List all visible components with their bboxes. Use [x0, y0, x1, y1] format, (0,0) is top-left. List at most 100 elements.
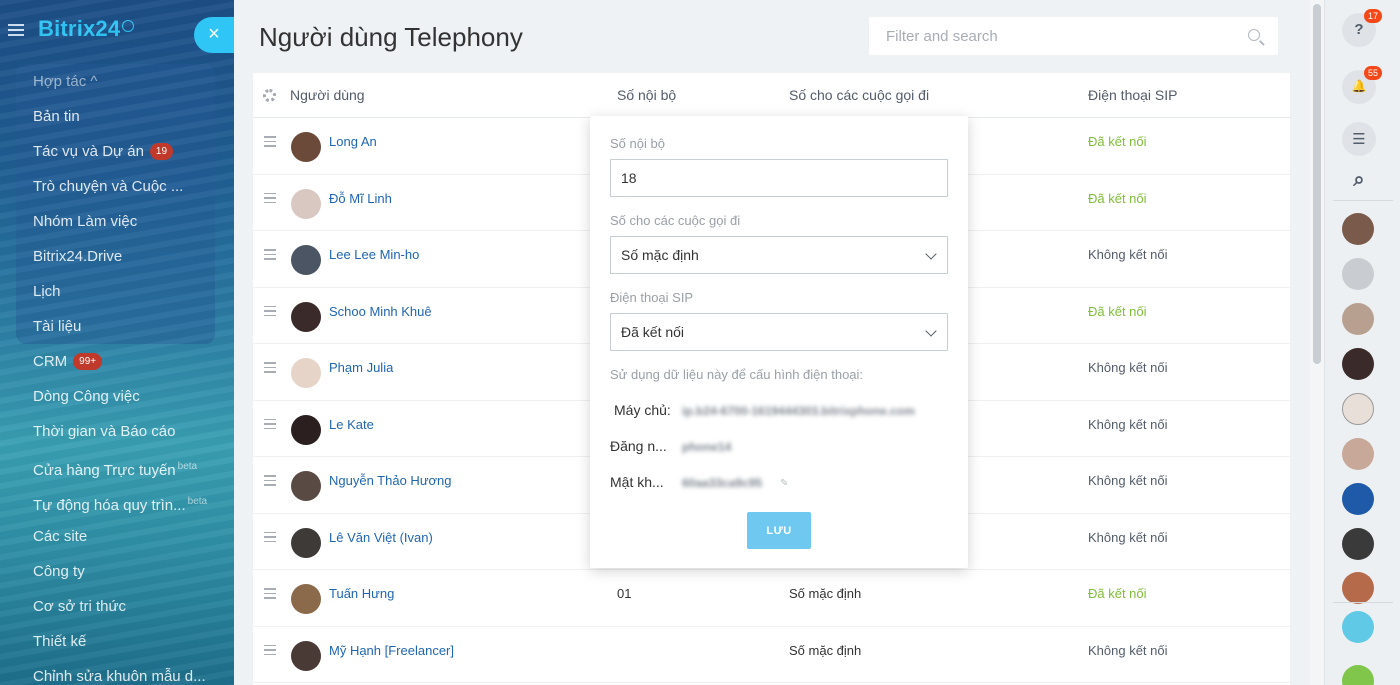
pencil-icon[interactable]: ✎	[780, 478, 788, 489]
ext-value: 01	[617, 586, 632, 601]
avatar[interactable]	[1342, 393, 1374, 425]
sidebar-item[interactable]: Bản tin	[33, 105, 207, 140]
sidebar-item[interactable]: Chỉnh sửa khuôn mẫu d...	[33, 665, 207, 685]
avatar[interactable]	[291, 527, 321, 558]
drag-handle-icon[interactable]	[264, 136, 276, 150]
avatar[interactable]	[291, 584, 321, 614]
sidebar-item-label: Tác vụ và Dự án	[33, 143, 144, 160]
outgoing-label: Số cho các cuộc gọi đi	[610, 213, 741, 228]
collapse-sidebar-button[interactable]: ×	[194, 17, 234, 53]
avatar[interactable]	[1342, 528, 1374, 560]
drag-handle-icon[interactable]	[264, 362, 276, 376]
left-sidebar: Bitrix24 Hợp tác ^ Bản tin Tác vụ và Dự án…	[0, 0, 234, 685]
app-logo[interactable]: Bitrix24	[38, 16, 135, 42]
sidebar-item[interactable]: Các site	[33, 525, 207, 560]
call-icon[interactable]	[1342, 572, 1374, 604]
table-row[interactable]: Mỹ Hạnh [Freelancer] Số mặc định Không kết…	[253, 627, 1290, 683]
save-button[interactable]: LƯU	[747, 512, 811, 549]
table-row[interactable]: Tuấn Hưng 01 Số mặc định Đã kết nối	[253, 570, 1290, 627]
column-ext[interactable]: Số nội bộ	[617, 87, 676, 103]
drag-handle-icon[interactable]	[264, 305, 276, 320]
sidebar-item-label: Cơ sở tri thức	[33, 598, 127, 615]
user-name-link[interactable]: Phạm Julia	[329, 360, 393, 375]
sidebar-item[interactable]: Lịch	[33, 280, 207, 315]
help-icon: ?	[1354, 21, 1364, 38]
drag-handle-icon[interactable]	[264, 192, 276, 207]
drag-handle-icon[interactable]	[264, 475, 276, 489]
group-chat-icon[interactable]	[1342, 483, 1374, 515]
avatar[interactable]	[291, 414, 321, 445]
user-name-link[interactable]: Tuấn Hưng	[329, 586, 394, 601]
avatar[interactable]	[1342, 303, 1374, 335]
sidebar-item[interactable]: Cơ sở tri thức	[33, 595, 207, 630]
chevron-down-icon	[925, 248, 937, 260]
user-name-link[interactable]: Schoo Minh Khuê	[329, 304, 432, 319]
search-input[interactable]	[869, 17, 1229, 55]
chat-button[interactable]: ☰	[1342, 122, 1376, 156]
sidebar-item[interactable]: Trò chuyện và Cuộc ...	[33, 175, 207, 210]
login-value: phone14	[682, 440, 732, 454]
avatar[interactable]	[1342, 438, 1374, 470]
chat-icon: ☰	[1352, 131, 1366, 148]
sidebar-item[interactable]: Nhóm Làm việc	[33, 210, 207, 245]
user-name-link[interactable]: Mỹ Hạnh [Freelancer]	[329, 643, 454, 658]
toolbar-divider	[1333, 200, 1393, 201]
gear-icon[interactable]	[263, 89, 276, 102]
user-name-link[interactable]: Long An	[329, 134, 377, 149]
search-icon[interactable]	[1248, 29, 1260, 41]
user-name-link[interactable]: Đỗ Mĩ Linh	[329, 191, 392, 206]
drag-handle-icon[interactable]	[264, 418, 276, 433]
column-user[interactable]: Người dùng	[290, 87, 365, 103]
clipboard-icon[interactable]	[1342, 611, 1374, 643]
scrollbar-thumb[interactable]	[1313, 4, 1321, 364]
drag-handle-icon[interactable]	[264, 531, 276, 546]
sidebar-item[interactable]: Tự động hóa quy trìn... beta	[33, 490, 207, 525]
sidebar-item[interactable]: Dòng Công việc	[33, 385, 207, 420]
avatar[interactable]	[291, 245, 321, 275]
sidebar-item[interactable]: CRM 99+	[33, 350, 207, 385]
sidebar-item[interactable]: Bitrix24.Drive	[33, 245, 207, 280]
avatar[interactable]	[291, 132, 321, 162]
avatar[interactable]	[291, 471, 321, 501]
menu-burger-icon[interactable]	[8, 24, 24, 38]
sip-select[interactable]: Đã kết nối	[610, 313, 948, 351]
sidebar-item[interactable]: Tài liệu	[33, 315, 207, 350]
user-name-link[interactable]: Lee Lee Min-ho	[329, 247, 419, 262]
sidebar-item-label: Cửa hàng Trực tuyến	[33, 462, 176, 479]
drag-handle-icon[interactable]	[264, 588, 276, 602]
avatar[interactable]	[1342, 213, 1374, 245]
column-sip[interactable]: Điện thoại SIP	[1088, 87, 1178, 103]
drag-handle-icon[interactable]	[264, 249, 276, 263]
drag-handle-icon[interactable]	[264, 644, 276, 659]
sip-status: Đã kết nối	[1088, 303, 1147, 319]
phone-settings-popup: Số nội bộ 18 Số cho các cuộc gọi đi Số m…	[590, 116, 968, 568]
sidebar-item-label: Các site	[33, 528, 88, 545]
search-bar[interactable]	[869, 17, 1278, 55]
search-icon: ⌕	[1353, 169, 1365, 191]
user-name-link[interactable]: Le Kate	[329, 417, 374, 432]
ext-input[interactable]: 18	[610, 159, 948, 197]
help-button[interactable]: ? 17	[1342, 9, 1383, 47]
avatar[interactable]	[291, 640, 321, 671]
column-outgoing[interactable]: Số cho các cuộc gọi đi	[789, 87, 929, 103]
sidebar-item-label: Lịch	[33, 283, 61, 300]
outgoing-select[interactable]: Số mặc định	[610, 236, 948, 274]
user-name-link[interactable]: Lê Văn Việt (Ivan)	[329, 530, 433, 545]
sidebar-item[interactable]: Cửa hàng Trực tuyến beta	[33, 455, 207, 490]
avatar[interactable]	[291, 301, 321, 332]
sidebar-item[interactable]: Hợp tác ^	[33, 70, 207, 105]
avatar[interactable]	[1342, 348, 1374, 380]
sidebar-item-label: CRM	[33, 353, 68, 370]
sidebar-item[interactable]: Thiết kế	[33, 630, 207, 665]
phone-icon[interactable]	[1342, 665, 1374, 685]
avatar[interactable]	[291, 188, 321, 219]
search-button[interactable]: ⌕	[1342, 165, 1376, 199]
notifications-button[interactable]: 🔔 55	[1342, 66, 1383, 104]
sidebar-item[interactable]: Tác vụ và Dự án 19	[33, 140, 207, 175]
sidebar-item[interactable]: Công ty	[33, 560, 207, 595]
sidebar-item[interactable]: Thời gian và Báo cáo	[33, 420, 207, 455]
user-name-link[interactable]: Nguyễn Thảo Hương	[329, 473, 452, 488]
avatar[interactable]	[291, 358, 321, 388]
avatar[interactable]	[1342, 258, 1374, 290]
sidebar-item-label: Tự động hóa quy trìn...	[33, 497, 186, 514]
